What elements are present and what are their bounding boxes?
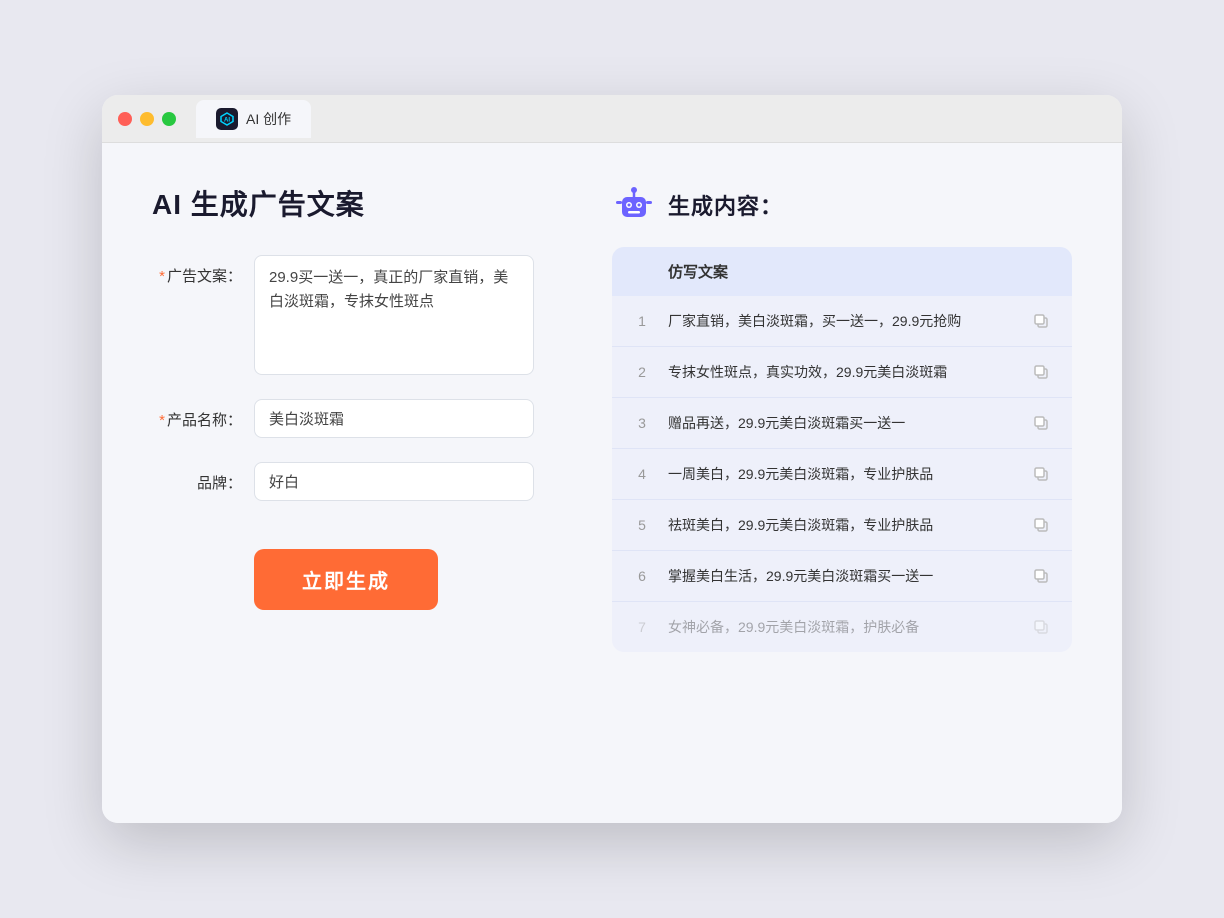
results-container: 仿写文案 1 厂家直销，美白淡斑霜，买一送一，29.9元抢购 2 专抹女性斑点，… bbox=[612, 247, 1072, 652]
copy-icon-6[interactable] bbox=[1030, 565, 1052, 587]
result-num-6: 6 bbox=[632, 568, 652, 584]
result-text-2: 专抹女性斑点，真实功效，29.9元美白淡斑霜 bbox=[668, 362, 1014, 383]
result-num-2: 2 bbox=[632, 364, 652, 380]
copy-icon-5[interactable] bbox=[1030, 514, 1052, 536]
browser-content: AI 生成广告文案 *广告文案： *产品名称： 品牌： 立 bbox=[102, 143, 1122, 823]
results-header-label: 仿写文案 bbox=[668, 264, 728, 281]
results-list: 1 厂家直销，美白淡斑霜，买一送一，29.9元抢购 2 专抹女性斑点，真实功效，… bbox=[612, 296, 1072, 652]
result-item-5: 5 祛斑美白，29.9元美白淡斑霜，专业护肤品 bbox=[612, 500, 1072, 551]
result-num-5: 5 bbox=[632, 517, 652, 533]
product-name-required: * bbox=[159, 412, 165, 429]
ai-tab[interactable]: AI AI 创作 bbox=[196, 100, 311, 138]
result-num-7: 7 bbox=[632, 619, 652, 635]
result-text-4: 一周美白，29.9元美白淡斑霜，专业护肤品 bbox=[668, 464, 1014, 485]
brand-input[interactable] bbox=[254, 462, 534, 501]
ad-copy-input[interactable] bbox=[254, 255, 534, 375]
right-panel-title: 生成内容： bbox=[668, 189, 783, 221]
maximize-button[interactable] bbox=[162, 112, 176, 126]
copy-icon-2[interactable] bbox=[1030, 361, 1052, 383]
generate-button[interactable]: 立即生成 bbox=[254, 549, 438, 610]
result-text-1: 厂家直销，美白淡斑霜，买一送一，29.9元抢购 bbox=[668, 311, 1014, 332]
right-panel: 生成内容： 仿写文案 1 厂家直销，美白淡斑霜，买一送一，29.9元抢购 2 专… bbox=[612, 183, 1072, 783]
result-item-6: 6 掌握美白生活，29.9元美白淡斑霜买一送一 bbox=[612, 551, 1072, 602]
result-text-3: 赠品再送，29.9元美白淡斑霜买一送一 bbox=[668, 413, 1014, 434]
copy-icon-3[interactable] bbox=[1030, 412, 1052, 434]
ad-copy-label: *广告文案： bbox=[152, 255, 242, 286]
left-panel: AI 生成广告文案 *广告文案： *产品名称： 品牌： 立 bbox=[152, 183, 572, 783]
copy-icon-7[interactable] bbox=[1030, 616, 1052, 638]
brand-label: 品牌： bbox=[152, 462, 242, 493]
result-text-6: 掌握美白生活，29.9元美白淡斑霜买一送一 bbox=[668, 566, 1014, 587]
ad-copy-group: *广告文案： bbox=[152, 255, 572, 375]
result-item-3: 3 赠品再送，29.9元美白淡斑霜买一送一 bbox=[612, 398, 1072, 449]
result-num-4: 4 bbox=[632, 466, 652, 482]
traffic-lights bbox=[118, 112, 176, 126]
product-name-input[interactable] bbox=[254, 399, 534, 438]
results-header: 仿写文案 bbox=[612, 247, 1072, 296]
result-text-7: 女神必备，29.9元美白淡斑霜，护肤必备 bbox=[668, 617, 1014, 638]
copy-icon-1[interactable] bbox=[1030, 310, 1052, 332]
svg-text:AI: AI bbox=[224, 117, 230, 123]
page-title: AI 生成广告文案 bbox=[152, 183, 572, 223]
close-button[interactable] bbox=[118, 112, 132, 126]
browser-window: AI AI 创作 AI 生成广告文案 *广告文案： *产品名称： bbox=[102, 95, 1122, 823]
robot-icon bbox=[612, 183, 656, 227]
result-num-3: 3 bbox=[632, 415, 652, 431]
result-item-2: 2 专抹女性斑点，真实功效，29.9元美白淡斑霜 bbox=[612, 347, 1072, 398]
right-header: 生成内容： bbox=[612, 183, 1072, 227]
ad-copy-required: * bbox=[159, 268, 165, 285]
result-num-1: 1 bbox=[632, 313, 652, 329]
result-text-5: 祛斑美白，29.9元美白淡斑霜，专业护肤品 bbox=[668, 515, 1014, 536]
result-item-4: 4 一周美白，29.9元美白淡斑霜，专业护肤品 bbox=[612, 449, 1072, 500]
minimize-button[interactable] bbox=[140, 112, 154, 126]
copy-icon-4[interactable] bbox=[1030, 463, 1052, 485]
brand-group: 品牌： bbox=[152, 462, 572, 501]
tab-ai-icon: AI bbox=[216, 108, 238, 130]
product-name-group: *产品名称： bbox=[152, 399, 572, 438]
product-name-label: *产品名称： bbox=[152, 399, 242, 430]
result-item-1: 1 厂家直销，美白淡斑霜，买一送一，29.9元抢购 bbox=[612, 296, 1072, 347]
tab-label: AI 创作 bbox=[246, 109, 291, 129]
titlebar: AI AI 创作 bbox=[102, 95, 1122, 143]
result-item-7: 7 女神必备，29.9元美白淡斑霜，护肤必备 bbox=[612, 602, 1072, 652]
